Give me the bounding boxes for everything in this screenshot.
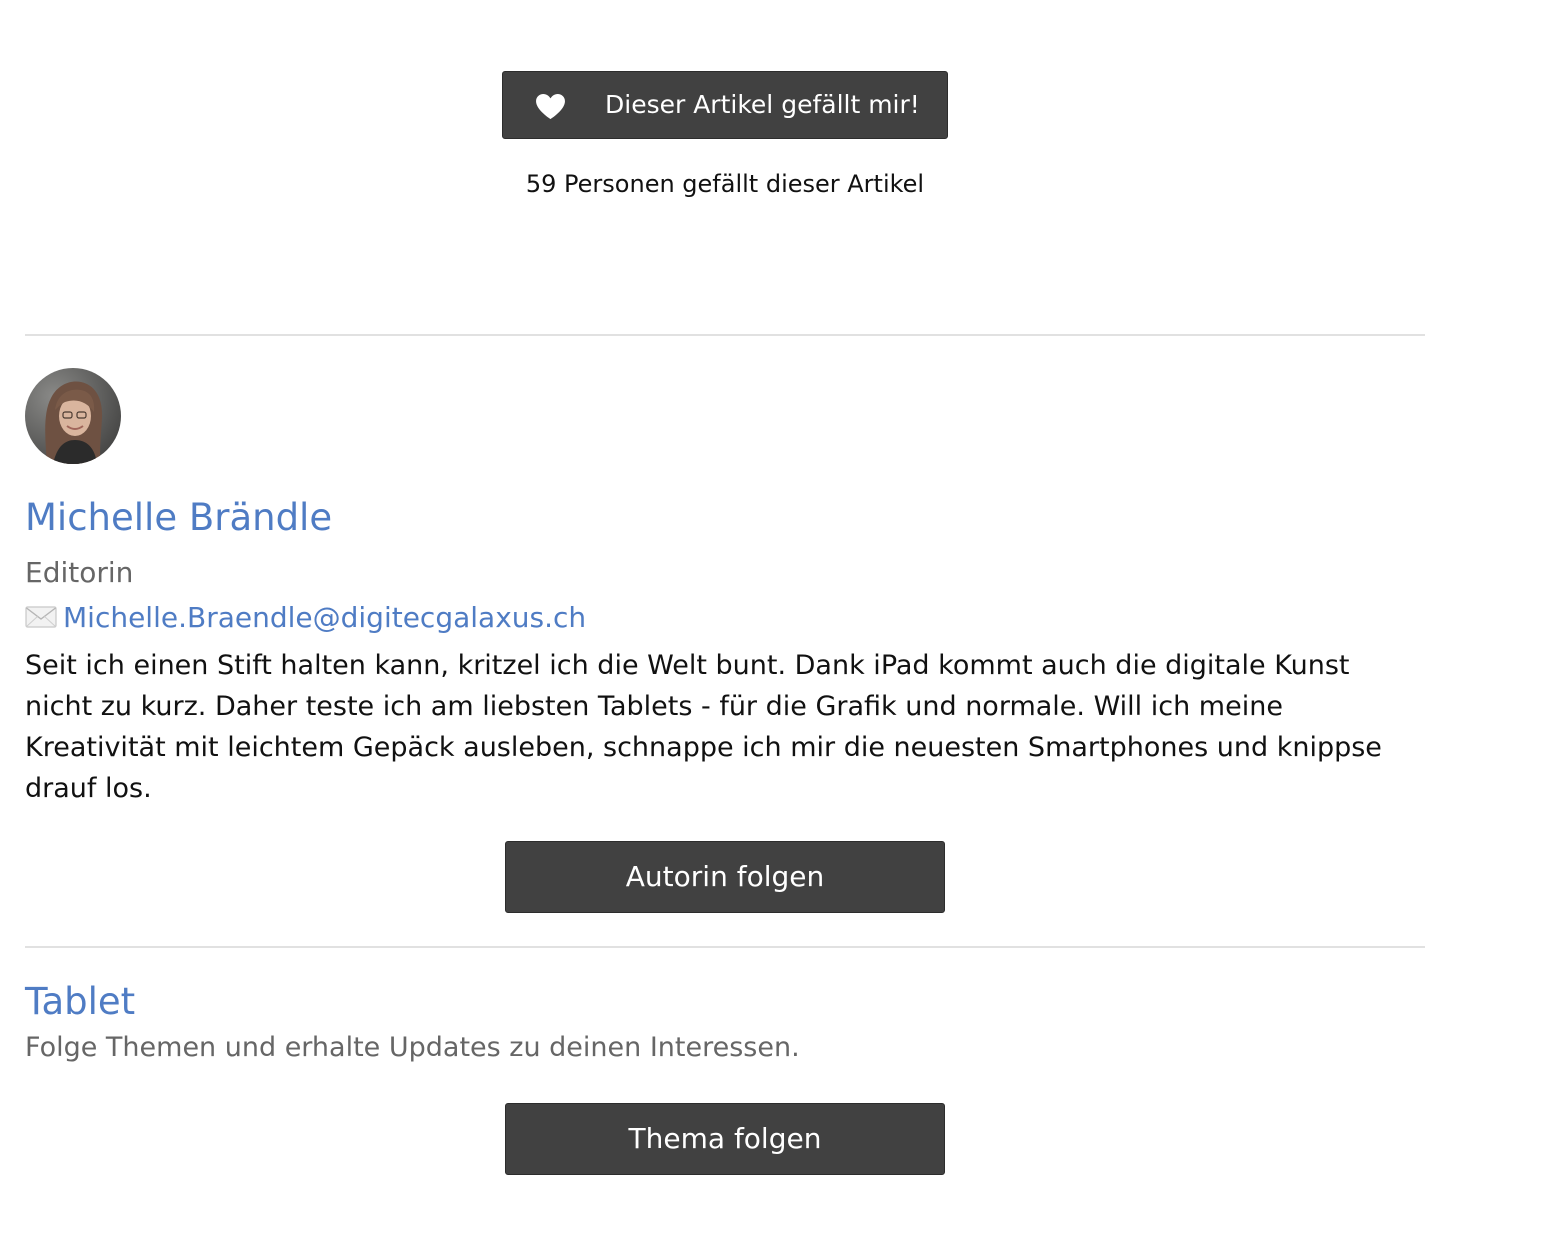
topic-title-link[interactable]: Tablet [25, 980, 135, 1023]
author-name-link[interactable]: Michelle Brändle [25, 496, 332, 539]
like-count-text: 59 Personen gefällt dieser Artikel [525, 170, 925, 198]
mail-icon [25, 606, 57, 628]
like-article-button[interactable]: Dieser Artikel gefällt mir! [502, 71, 948, 139]
author-bio: Seit ich einen Stift halten kann, kritze… [25, 650, 1382, 804]
author-photo [25, 368, 121, 464]
divider [25, 334, 1425, 336]
author-email-link[interactable]: Michelle.Braendle@digitecgalaxus.ch [63, 601, 586, 634]
like-button-label: Dieser Artikel gefällt mir! [605, 90, 920, 119]
divider [25, 946, 1425, 948]
follow-topic-button[interactable]: Thema folgen [505, 1103, 945, 1175]
author-role: Editorin [25, 556, 134, 589]
heart-icon [536, 93, 565, 120]
follow-author-button[interactable]: Autorin folgen [505, 841, 945, 913]
author-avatar[interactable] [25, 368, 121, 464]
topic-subtitle: Folge Themen und erhalte Updates zu dein… [25, 1032, 800, 1063]
author-email-row: Michelle.Braendle@digitecgalaxus.ch [25, 598, 586, 636]
